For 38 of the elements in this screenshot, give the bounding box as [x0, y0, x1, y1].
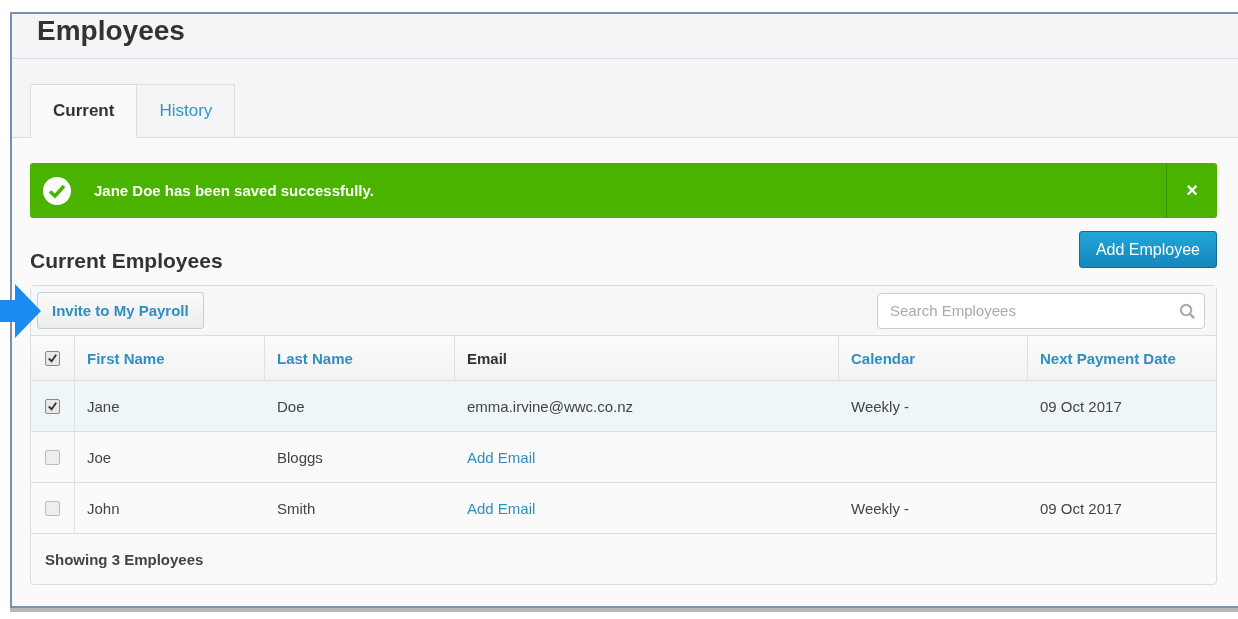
add-employee-button[interactable]: Add Employee: [1078, 231, 1217, 268]
invite-button[interactable]: Invite to My Payroll: [37, 292, 204, 329]
row-checkbox[interactable]: [45, 449, 60, 465]
row-checkbox[interactable]: [45, 398, 60, 414]
table-row[interactable]: Jane Doe emma.irvine@wwc.co.nz Weekly - 09 Oct 2017: [31, 381, 1216, 432]
column-header[interactable]: Last Name: [277, 349, 353, 367]
table-cell: 09 Oct 2017: [1040, 397, 1122, 415]
check-circle-icon: [42, 175, 72, 206]
page-title: Employees: [37, 14, 186, 48]
table-cell: Bloggs: [277, 448, 323, 466]
column-header[interactable]: Calendar: [851, 349, 916, 367]
table-cell: Joe: [87, 448, 112, 466]
arrow-icon: [0, 284, 41, 338]
row-checkbox[interactable]: [45, 500, 60, 516]
tab[interactable]: Current: [30, 84, 138, 138]
add-email-link[interactable]: Add Email: [467, 499, 536, 517]
search-icon: [1179, 302, 1196, 320]
search-field[interactable]: Search Employees: [877, 292, 1205, 329]
column-header: Email: [467, 349, 508, 367]
table-cell: Jane: [87, 397, 120, 415]
table-cell: emma.irvine@wwc.co.nz: [467, 397, 634, 415]
tab[interactable]: History: [137, 84, 236, 138]
section-title: Current Employees: [30, 249, 223, 273]
column-header[interactable]: Next Payment Date: [1040, 349, 1176, 367]
alert-message: Jane Doe has been saved successfully.: [94, 182, 375, 199]
add-email-link[interactable]: Add Email: [467, 448, 536, 466]
table-cell: Smith: [277, 499, 316, 517]
table-cell: Weekly -: [851, 499, 910, 517]
table-cell: Weekly -: [851, 397, 910, 415]
employee-count: Showing 3 Employees: [45, 550, 204, 568]
table-cell: 09 Oct 2017: [1040, 499, 1122, 517]
table-cell: Doe: [277, 397, 305, 415]
table-row[interactable]: John Smith Add Email Weekly - 09 Oct 2017: [31, 483, 1216, 534]
column-header[interactable]: First Name: [87, 349, 165, 367]
table-cell: John: [87, 499, 120, 517]
select-all-checkbox[interactable]: [45, 350, 60, 366]
table-row[interactable]: Joe Bloggs Add Email: [31, 432, 1216, 483]
close-button[interactable]: ×: [1166, 163, 1217, 218]
